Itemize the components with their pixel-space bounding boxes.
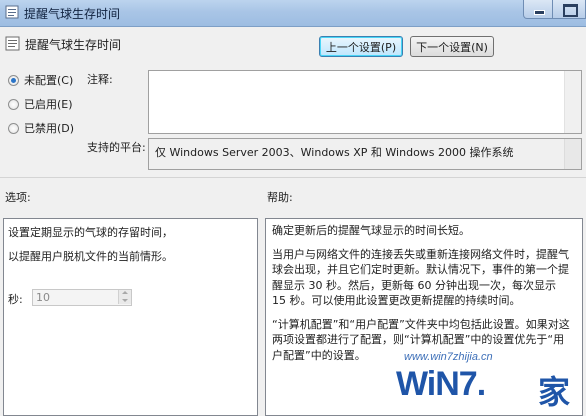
watermark-logo: www.win7zhijia.cn WiN7. 家 [386,345,586,416]
section-divider [0,177,586,178]
setting-title: 提醒气球生存时间 [25,38,122,52]
supported-platforms-label: 支持的平台: [87,141,146,154]
comment-label: 注释: [87,73,113,86]
next-setting-button[interactable]: 下一个设置(N) [410,36,494,57]
minimize-button[interactable] [523,0,553,19]
help-paragraph: 确定更新后的提醒气球显示的时间长短。 [272,224,470,237]
radio-not-configured-circle[interactable] [8,74,19,86]
spin-down-arrow-icon[interactable] [118,297,131,304]
radio-disabled-label: 已禁用(D) [24,122,75,135]
help-section-label: 帮助: [267,191,293,204]
radio-not-configured-label: 未配置(C) [24,74,74,87]
seconds-input[interactable]: 10 [32,289,132,306]
comment-textarea[interactable] [148,70,582,134]
watermark-brand: WiN7. [396,365,486,403]
options-section-label: 选项: [5,191,31,204]
setting-icon [5,36,20,51]
watermark-brand-cn: 家 [538,373,571,411]
maximize-button[interactable] [553,0,586,19]
previous-setting-button[interactable]: 上一个设置(P) [319,36,403,57]
help-paragraph: 当用户与网络文件的连接丢失或重新连接网络文件时，提醒气球会出现，并且它们定时更新… [272,247,569,308]
options-description-line1: 设置定期显示的气球的存留时间， [8,226,173,239]
watermark-site: www.win7zhijia.cn [404,351,493,363]
supported-platforms-field: 仅 Windows Server 2003、Windows XP 和 Windo… [148,138,582,170]
supported-scrollbar[interactable] [564,139,581,169]
radio-disabled[interactable]: 已禁用(D) [8,121,74,135]
seconds-label: 秒: [8,293,23,306]
radio-disabled-circle[interactable] [8,122,19,134]
comment-scrollbar[interactable] [564,71,581,133]
radio-enabled-circle[interactable] [8,98,19,110]
policy-icon [5,5,19,19]
window-title: 提醒气球生存时间 [24,7,121,21]
radio-enabled[interactable]: 已启用(E) [8,97,73,111]
radio-enabled-label: 已启用(E) [24,98,73,111]
radio-not-configured[interactable]: 未配置(C) [8,73,73,87]
supported-platforms-value: 仅 Windows Server 2003、Windows XP 和 Windo… [155,146,514,159]
title-bar: 提醒气球生存时间 [0,0,586,27]
spin-up-arrow-icon[interactable] [118,290,131,297]
options-description-line2: 以提醒用户脱机文件的当前情形。 [8,250,173,263]
